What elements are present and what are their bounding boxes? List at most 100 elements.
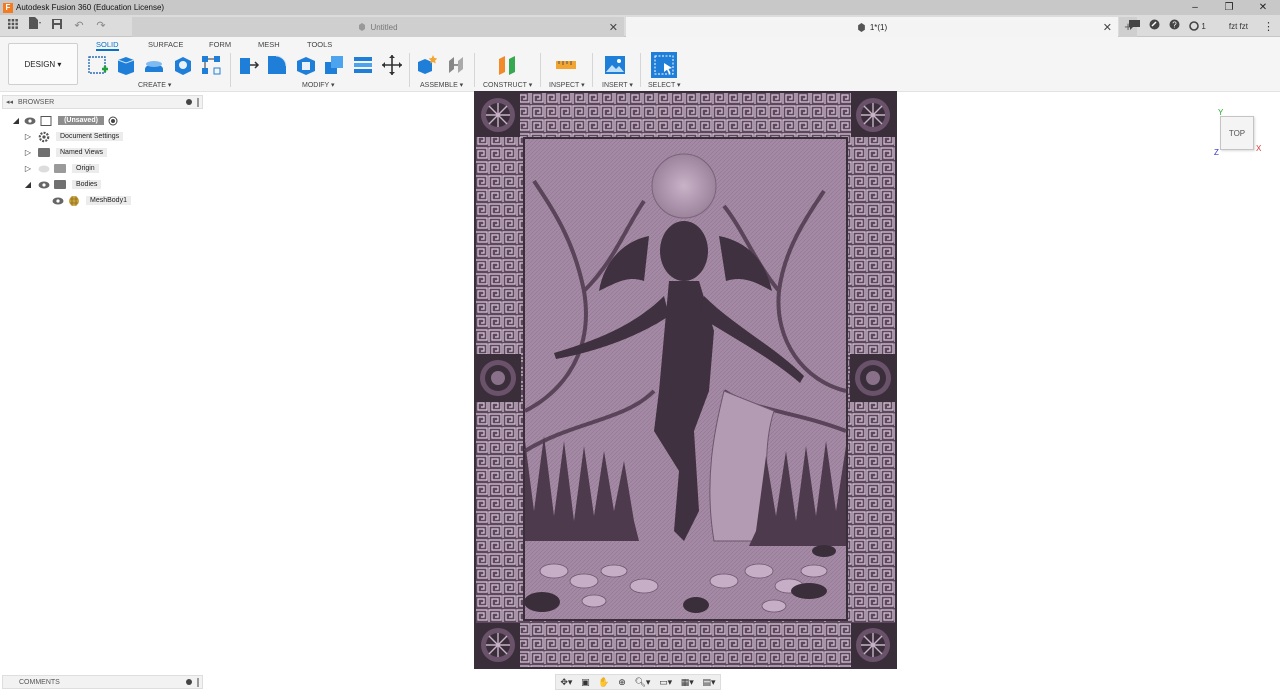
activate-radio-icon[interactable] — [108, 116, 118, 126]
user-name[interactable]: fzt fzt — [1229, 22, 1248, 31]
navigation-bar: ✥▾ ▣ ✋ ⊕ 🔍︎▾ ▭▾ ▦▾ ▤▾ — [555, 674, 721, 690]
tab-active-label: 1*(1) — [869, 22, 888, 32]
extrude-icon[interactable] — [114, 53, 138, 77]
inspect-menu[interactable]: INSPECT ▾ — [549, 81, 585, 89]
pan-icon[interactable]: ✋ — [598, 677, 609, 688]
offset-plane-icon[interactable] — [495, 53, 519, 77]
new-component-icon[interactable] — [415, 53, 439, 77]
mesh-body-viewport[interactable] — [474, 91, 897, 669]
file-icon[interactable] — [26, 16, 44, 35]
visibility-eye-icon[interactable] — [52, 197, 64, 205]
toolbar-divider — [230, 53, 231, 87]
collapse-panel-icon[interactable]: ◂◂ — [6, 98, 13, 106]
restore-button[interactable]: ❐ — [1212, 0, 1246, 15]
construct-menu[interactable]: CONSTRUCT ▾ — [483, 81, 532, 89]
folder-icon — [54, 164, 66, 173]
gear-icon — [38, 131, 50, 142]
tab-untitled[interactable]: Untitled ✕ — [132, 17, 624, 37]
collapsed-triangle-icon[interactable]: ▷ — [24, 148, 32, 157]
comments-panel[interactable]: COMMENTS — [2, 675, 203, 689]
viewports-icon[interactable]: ▤▾ — [703, 677, 716, 688]
comments-add-icon[interactable] — [186, 679, 192, 685]
svg-text:?: ? — [1173, 20, 1178, 29]
tree-item-origin[interactable]: ▷ Origin — [24, 162, 99, 175]
zoom-window-icon[interactable]: ⊕ — [618, 677, 626, 688]
combine-icon[interactable] — [322, 53, 346, 77]
grid-settings-icon[interactable]: ▦▾ — [681, 677, 694, 688]
tab-bar-right-tools: ? 1 fzt fzt ⋮ — [1129, 15, 1274, 37]
minimize-button[interactable]: – — [1178, 0, 1212, 15]
measure-icon[interactable] — [554, 53, 578, 77]
axis-x-label: X — [1256, 144, 1262, 153]
move-icon[interactable] — [380, 53, 404, 77]
workspace-switcher[interactable]: DESIGN ▾ — [8, 43, 78, 85]
tree-item-bodies[interactable]: ◢ Bodies — [24, 178, 102, 191]
tree-item-meshbody1[interactable]: MeshBody1 — [48, 194, 131, 207]
panel-resize-icon[interactable] — [197, 678, 199, 687]
window-title: Autodesk Fusion 360 (Education License) — [16, 3, 165, 12]
viewcube-top-face[interactable]: TOP — [1220, 116, 1254, 150]
shell-icon[interactable] — [294, 53, 318, 77]
press-pull-icon[interactable] — [236, 53, 260, 77]
tab-solid[interactable]: SOLID — [96, 40, 119, 51]
insert-menu[interactable]: INSERT ▾ — [602, 81, 633, 89]
joint-icon[interactable] — [444, 53, 468, 77]
tree-label-root: (Unsaved) — [58, 116, 104, 125]
expanded-triangle-icon[interactable]: ◢ — [12, 116, 20, 125]
app-grid-icon[interactable] — [4, 17, 22, 35]
job-status[interactable]: 1 — [1189, 21, 1206, 31]
redo-icon[interactable]: ↷ — [92, 17, 110, 35]
select-menu[interactable]: SELECT ▾ — [648, 81, 681, 89]
visibility-eye-icon[interactable] — [24, 117, 36, 125]
create-sketch-icon[interactable] — [86, 53, 110, 77]
tab-untitled-close-icon[interactable]: ✕ — [609, 21, 618, 34]
undo-icon[interactable]: ↶ — [70, 17, 88, 35]
display-settings-icon[interactable]: ▭▾ — [659, 677, 672, 688]
tab-surface[interactable]: SURFACE — [148, 40, 183, 49]
revolve-icon[interactable] — [142, 53, 166, 77]
fillet-icon[interactable] — [265, 53, 289, 77]
tab-form[interactable]: FORM — [209, 40, 231, 49]
look-at-icon[interactable]: ▣ — [581, 677, 590, 688]
document-icon — [857, 22, 865, 32]
tab-active-close-icon[interactable]: ✕ — [1103, 21, 1112, 34]
chat-icon[interactable] — [1129, 19, 1141, 33]
viewcube[interactable]: Y TOP X Z — [1212, 108, 1268, 158]
help-icon[interactable]: ? — [1169, 19, 1180, 33]
browser-header[interactable]: ◂◂ BROWSER — [2, 95, 203, 109]
pattern-icon[interactable] — [199, 53, 223, 77]
tree-label-document-settings: Document Settings — [56, 132, 124, 141]
more-menu-icon[interactable]: ⋮ — [1263, 20, 1274, 33]
expanded-triangle-icon[interactable]: ◢ — [24, 180, 32, 189]
offset-face-icon[interactable] — [351, 53, 375, 77]
hole-icon[interactable] — [171, 53, 195, 77]
orbit-icon[interactable]: ✥▾ — [560, 677, 572, 688]
select-icon[interactable] — [651, 52, 677, 78]
tab-tools[interactable]: TOOLS — [307, 40, 332, 49]
pin-icon[interactable] — [186, 99, 192, 105]
fusion-logo-icon: F — [3, 2, 13, 13]
tree-item-named-views[interactable]: ▷ Named Views — [24, 146, 108, 159]
tab-active-document[interactable]: 1*(1) ✕ — [626, 17, 1118, 37]
visibility-eye-icon[interactable] — [38, 181, 50, 189]
tab-untitled-label: Untitled — [370, 22, 398, 32]
tree-item-document-settings[interactable]: ▷ Document Settings — [24, 130, 124, 143]
insert-canvas-icon[interactable] — [603, 53, 627, 77]
zoom-fit-icon[interactable]: 🔍︎▾ — [634, 677, 650, 688]
close-window-button[interactable]: ✕ — [1246, 0, 1280, 15]
save-icon[interactable] — [48, 17, 66, 35]
create-menu[interactable]: CREATE ▾ — [138, 81, 171, 89]
job-status-icon — [1189, 21, 1200, 31]
tree-item-root[interactable]: ◢ (Unsaved) — [12, 114, 118, 127]
panel-resize-icon[interactable] — [197, 98, 199, 107]
collapsed-triangle-icon[interactable]: ▷ — [24, 164, 32, 173]
modify-menu[interactable]: MODIFY ▾ — [302, 81, 335, 89]
hidden-eye-icon[interactable] — [38, 165, 50, 173]
assemble-menu[interactable]: ASSEMBLE ▾ — [420, 81, 463, 89]
collapsed-triangle-icon[interactable]: ▷ — [24, 132, 32, 141]
toolbar-divider — [409, 53, 410, 87]
tab-mesh[interactable]: MESH — [258, 40, 280, 49]
mesh-body-icon — [69, 195, 79, 206]
extensions-icon[interactable] — [1149, 19, 1160, 33]
tree-label-named-views: Named Views — [56, 148, 108, 157]
